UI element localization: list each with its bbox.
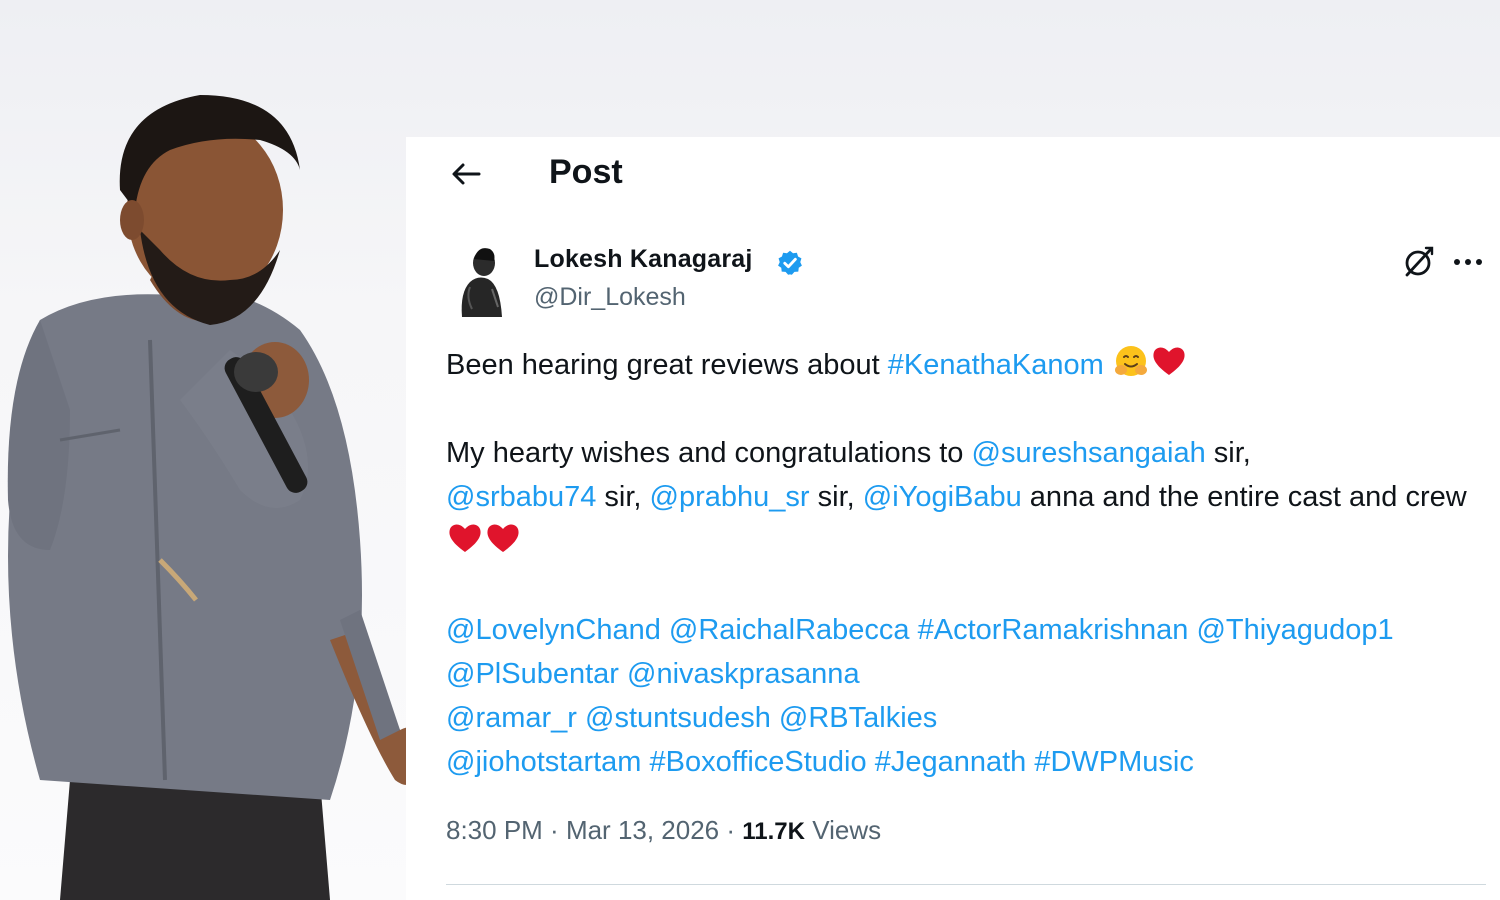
hugging-face-emoji-icon <box>1114 346 1147 376</box>
back-arrow-icon <box>452 163 481 185</box>
mention-link[interactable]: @jiohotstartam <box>446 746 641 778</box>
views-count: 11.7K <box>742 818 805 845</box>
post-header: Post <box>406 137 1500 207</box>
page-title: Post <box>549 153 623 191</box>
hashtag-link[interactable]: #KenathaKanom <box>888 349 1104 381</box>
mention-link[interactable]: @stuntsudesh <box>585 702 771 734</box>
more-dots-icon <box>1454 259 1482 265</box>
views-label: Views <box>804 815 882 845</box>
post-text-segment: My hearty wishes and congratulations to <box>446 437 972 469</box>
mention-link[interactable]: @prabhu_sr <box>650 481 810 513</box>
grok-icon[interactable] <box>1402 245 1436 279</box>
mention-link[interactable]: @LovelynChand <box>446 614 661 646</box>
hashtag-link[interactable]: #Jegannath <box>875 746 1027 778</box>
mention-link[interactable]: @RBTalkies <box>779 702 937 734</box>
avatar[interactable] <box>448 237 514 317</box>
divider <box>446 884 1486 885</box>
post-text-segment: anna and the entire cast and crew <box>1021 481 1467 513</box>
meta-separator: · <box>542 815 566 845</box>
post-paragraph-2: My hearty wishes and congratulations to … <box>446 431 1486 564</box>
post-text: Been hearing great reviews about #Kenath… <box>446 342 1486 784</box>
mention-link[interactable]: @RaichalRabecca <box>669 614 910 646</box>
post-text-segment: sir, <box>1205 437 1251 469</box>
mention-link[interactable]: @sureshsangaiah <box>972 437 1206 469</box>
author-handle[interactable]: @Dir_Lokesh <box>534 283 686 312</box>
mention-link[interactable]: @PlSubentar <box>446 658 619 690</box>
hashtag-link[interactable]: #DWPMusic <box>1034 746 1194 778</box>
verified-badge-icon <box>778 250 802 275</box>
post-date[interactable]: Mar 13, 2026 <box>566 815 719 845</box>
post-time[interactable]: 8:30 PM <box>446 815 543 845</box>
red-heart-emoji-icon <box>1153 347 1185 375</box>
red-heart-emoji-icon <box>487 524 519 552</box>
post-paragraph-1: Been hearing great reviews about #Kenath… <box>446 342 1486 387</box>
meta-separator: · <box>719 815 743 845</box>
post-text-segment: sir, <box>596 481 650 513</box>
red-heart-emoji-icon <box>449 524 481 552</box>
person-photo <box>7 95 435 900</box>
mention-link[interactable]: @nivaskprasanna <box>627 658 860 690</box>
mention-link[interactable]: @ramar_r <box>446 702 577 734</box>
hashtag-link[interactable]: #ActorRamakrishnan <box>918 614 1189 646</box>
post-panel: Post Lokesh Kanagaraj @Dir_Lokesh Been h… <box>406 137 1500 900</box>
mention-link[interactable]: @srbabu74 <box>446 481 596 513</box>
hashtag-link[interactable]: #BoxofficeStudio <box>650 746 867 778</box>
mention-link[interactable]: @iYogiBabu <box>863 481 1022 513</box>
back-button[interactable] <box>446 157 486 191</box>
author-name[interactable]: Lokesh Kanagaraj <box>534 245 753 274</box>
post-text-segment: sir, <box>809 481 863 513</box>
more-options-button[interactable] <box>1450 245 1486 279</box>
post-text-segment: Been hearing great reviews about <box>446 349 888 381</box>
mention-link[interactable]: @Thiyagudop1 <box>1196 614 1393 646</box>
post-paragraph-3: @LovelynChand @RaichalRabecca #ActorRama… <box>446 608 1486 784</box>
post-meta: 8:30 PM · Mar 13, 2026 · 11.7K Views <box>446 815 881 846</box>
